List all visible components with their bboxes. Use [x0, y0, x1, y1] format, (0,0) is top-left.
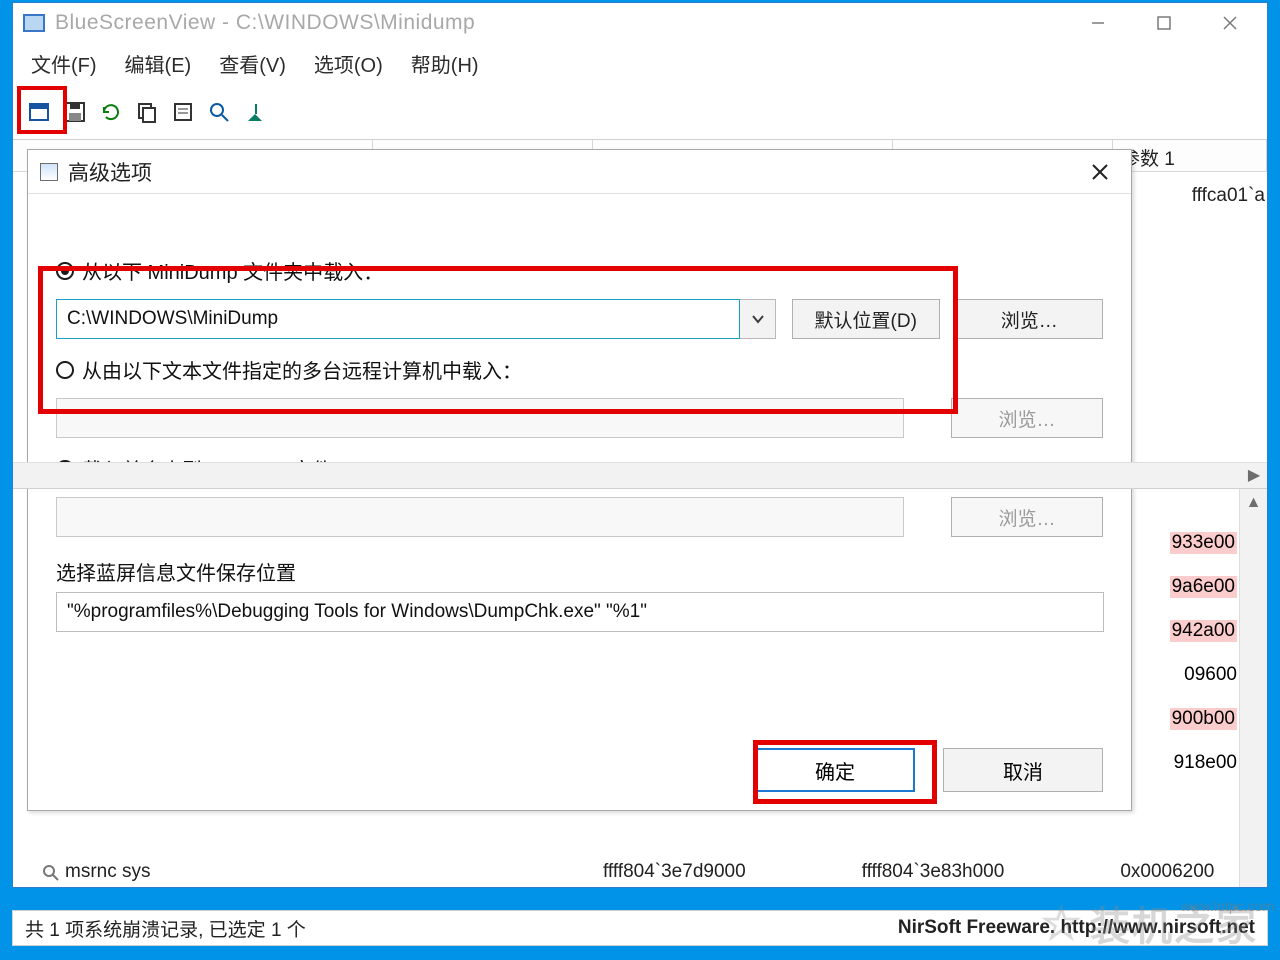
- lower-panel: ▲ 933e00 9a6e00 942a00 09600 900b00 918e…: [13, 488, 1267, 887]
- address-fragments: ffff804`3e7d9000 ffff804`3e83h000 0x0006…: [603, 861, 1214, 883]
- annotation-highlight: [17, 86, 67, 134]
- window-controls: [1065, 3, 1263, 43]
- minimize-button[interactable]: [1065, 3, 1131, 43]
- toolbar: [13, 86, 1267, 140]
- scroll-right-icon[interactable]: ▶: [1243, 464, 1265, 486]
- cell-fragment: 9a6e00: [1170, 576, 1237, 598]
- header-col-5[interactable]: 参数 1: [1113, 140, 1267, 171]
- app-icon: [23, 14, 45, 32]
- copy-icon[interactable]: [135, 100, 159, 124]
- status-left: 共 1 项系统崩溃记录, 已选定 1 个: [25, 915, 306, 942]
- vertical-scrollbar[interactable]: ▲: [1239, 489, 1267, 887]
- dialog-close-button[interactable]: [1081, 156, 1119, 188]
- main-window: BlueScreenView - C:\WINDOWS\Minidump 文件(…: [12, 2, 1268, 888]
- gear-icon: [41, 863, 59, 881]
- menu-help[interactable]: 帮助(H): [411, 49, 479, 78]
- dialog-titlebar: 高级选项: [28, 150, 1131, 194]
- titlebar: BlueScreenView - C:\WINDOWS\Minidump: [13, 3, 1267, 43]
- driver-row-fragment: msrnc sys: [41, 861, 151, 883]
- exit-icon[interactable]: [243, 100, 267, 124]
- menu-edit[interactable]: 编辑(E): [125, 49, 192, 78]
- row-fragment: fffca01`a: [1192, 180, 1265, 212]
- browse-button-1[interactable]: 浏览…: [956, 299, 1104, 339]
- properties-icon[interactable]: [171, 100, 195, 124]
- cell-fragment: 09600: [1184, 664, 1237, 686]
- refresh-icon[interactable]: [99, 100, 123, 124]
- close-button[interactable]: [1197, 3, 1263, 43]
- menu-file[interactable]: 文件(F): [31, 49, 97, 78]
- cell-fragment: 942a00: [1170, 620, 1237, 642]
- cell-fragment: 918e00: [1174, 752, 1237, 774]
- annotation-highlight: [38, 266, 958, 414]
- partial-column: 933e00 9a6e00 942a00 09600 900b00 918e00: [1170, 521, 1237, 785]
- window-title: BlueScreenView - C:\WINDOWS\Minidump: [55, 11, 475, 35]
- menu-view[interactable]: 查看(V): [219, 49, 286, 78]
- cell-fragment: 900b00: [1170, 708, 1237, 730]
- dialog-icon: [40, 163, 58, 181]
- menubar: 文件(F) 编辑(E) 查看(V) 选项(O) 帮助(H): [13, 43, 1267, 86]
- star-icon: ☆: [1041, 896, 1084, 950]
- browse-button-2[interactable]: 浏览…: [951, 398, 1103, 438]
- cell-fragment: 933e00: [1170, 532, 1237, 554]
- find-icon[interactable]: [207, 100, 231, 124]
- maximize-button[interactable]: [1131, 3, 1197, 43]
- scroll-up-icon[interactable]: ▲: [1240, 489, 1267, 517]
- menu-options[interactable]: 选项(O): [314, 49, 383, 78]
- dialog-title: 高级选项: [68, 157, 152, 187]
- upper-horizontal-scrollbar[interactable]: ▶: [13, 462, 1267, 488]
- content-area: 参数 1 fffca01`a 高级选项 从以下 MiniDump 文件夹中载入：: [13, 140, 1267, 887]
- watermark-url: www.lotpc.com: [1181, 898, 1274, 914]
